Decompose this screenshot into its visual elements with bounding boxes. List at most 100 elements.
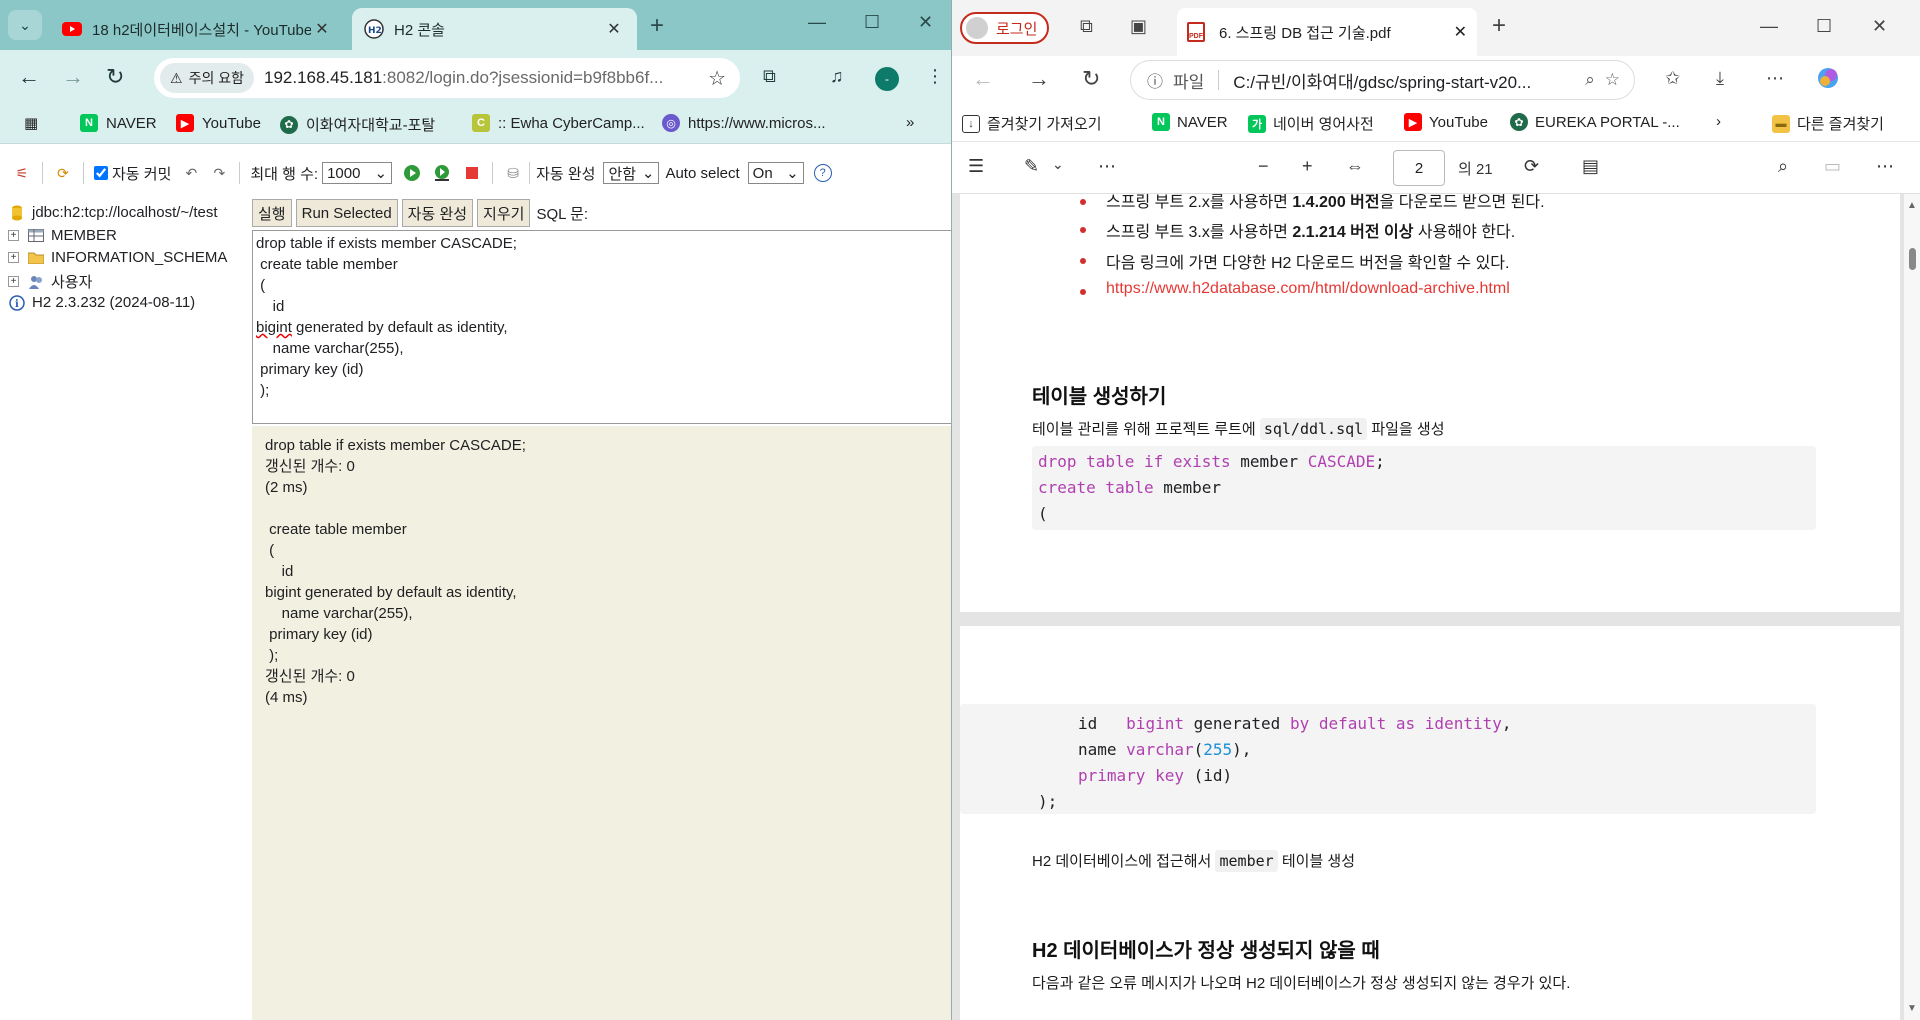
forward-icon[interactable]: → (62, 64, 84, 90)
tab-h2-console[interactable]: H2 H2 콘솔 ✕ (352, 8, 637, 50)
minimize-icon[interactable]: — (1760, 16, 1778, 37)
apps-icon[interactable]: ▦ (24, 114, 38, 132)
rollback-icon[interactable]: ↶ (181, 163, 201, 183)
tab-youtube[interactable]: 18 h2데이터베이스설치 - YouTube ✕ (50, 8, 345, 50)
bookmark-naver[interactable]: N NAVER (1152, 113, 1228, 131)
commit-icon[interactable]: ↷ (209, 163, 229, 183)
contents-icon[interactable]: ☰ (968, 156, 984, 177)
bookmark-ewha-portal[interactable]: ✿ 이화여자대학교-포탈 (280, 114, 435, 135)
star-icon[interactable]: ☆ (708, 66, 726, 91)
connection-node[interactable]: jdbc:h2:tcp://localhost/~/test (8, 204, 218, 221)
expand-icon[interactable]: + (8, 276, 19, 287)
extensions-icon[interactable]: ⧉ (763, 66, 776, 87)
bookmark-microsoft[interactable]: ◎ https://www.micros... (662, 114, 826, 132)
address-bar[interactable]: ⚠ 주의 요함 192.168.45.181:8082/login.do?jses… (154, 58, 740, 98)
sql-label: SQL 문: (536, 205, 589, 223)
fit-width-icon[interactable]: ⇔ (1346, 156, 1364, 177)
tab-search-button[interactable]: ⌄ (8, 10, 42, 40)
minimize-icon[interactable]: — (808, 12, 826, 33)
chevron-down-icon[interactable]: ⌄ (1052, 156, 1064, 173)
new-tab-button[interactable]: + (1492, 12, 1506, 40)
autocommit-checkbox[interactable] (94, 166, 108, 180)
downloads-icon[interactable]: ⤓ (1716, 68, 1724, 89)
code-line: ( (1038, 504, 1048, 523)
search-icon[interactable]: ⌕ (1778, 156, 1788, 177)
help-icon[interactable]: ? (813, 164, 832, 182)
refresh-icon[interactable]: ⟳ (53, 163, 73, 183)
tab-actions-icon[interactable]: ▣ (1130, 16, 1147, 37)
autocomplete-select[interactable]: 안함 ⌄ (603, 162, 660, 184)
close-icon[interactable]: ✕ (1454, 22, 1467, 42)
address-bar[interactable]: ⓘ 파일 C:/규빈/이화여대/gdsc/spring-start-v20...… (1130, 60, 1635, 100)
clear-button[interactable]: 지우기 (477, 199, 531, 227)
profile-login-button[interactable]: 로그인 (960, 12, 1050, 44)
reload-icon[interactable]: ↻ (106, 64, 124, 90)
bookmark-ewha-cybercampus[interactable]: C:: Ewha CyberCamp... (472, 114, 645, 132)
more-icon[interactable]: ⋯ (1766, 68, 1784, 89)
tree-item-information-schema[interactable]: + INFORMATION_SCHEMA (8, 249, 227, 266)
zoom-out-icon[interactable]: − (1258, 156, 1269, 177)
autoselect-select[interactable]: On ⌄ (747, 162, 804, 184)
copilot-icon[interactable] (1816, 66, 1840, 95)
info-icon[interactable]: ⓘ (1147, 68, 1163, 92)
bookmark-youtube[interactable]: ▶ YouTube (176, 114, 261, 132)
expand-icon[interactable]: + (8, 230, 19, 241)
settings-more-icon[interactable]: ⋯ (1876, 156, 1894, 177)
close-icon[interactable]: ✕ (603, 19, 625, 39)
expand-icon[interactable]: + (8, 252, 19, 263)
tree-item-users[interactable]: + 사용자 (8, 271, 92, 292)
sql-editor[interactable]: drop table if exists member CASCADE; cre… (252, 230, 951, 424)
history-icon[interactable]: ⛁ (503, 163, 523, 183)
favorite-star-icon[interactable]: ☆ (1605, 70, 1620, 90)
zoom-icon[interactable]: ⌕ (1585, 70, 1595, 90)
back-icon[interactable]: ← (972, 66, 994, 92)
back-icon[interactable]: ← (18, 64, 40, 90)
scroll-down-icon[interactable]: ▼ (1907, 1003, 1917, 1014)
tab-pdf[interactable]: PDF 6. 스프링 DB 접근 기술.pdf ✕ (1177, 8, 1477, 56)
more-tools-icon[interactable]: ⋯ (1098, 156, 1116, 177)
close-icon[interactable]: ✕ (311, 19, 333, 39)
forward-icon[interactable]: → (1028, 66, 1050, 92)
scroll-thumb[interactable] (1909, 248, 1916, 270)
bookmark-eureka[interactable]: ✿ EUREKA PORTAL -... (1510, 113, 1680, 131)
zoom-in-icon[interactable]: + (1302, 156, 1313, 177)
bookmark-youtube[interactable]: ▶ YouTube (1404, 113, 1488, 131)
favorites-icon[interactable]: ✩ (1665, 68, 1680, 89)
run-selected-button[interactable]: Run Selected (295, 199, 398, 227)
close-window-icon[interactable]: ✕ (918, 12, 933, 33)
close-window-icon[interactable]: ✕ (1872, 16, 1887, 37)
bookmark-other-favorites[interactable]: ▬ 다른 즐겨찾기 (1772, 113, 1884, 134)
more-favorites-icon[interactable]: › (1716, 113, 1721, 130)
autocomplete-button[interactable]: 자동 완성 (401, 199, 474, 227)
tree-item-member[interactable]: + MEMBER (8, 227, 117, 244)
menu-icon[interactable]: ⋮ (926, 66, 944, 87)
bookmark-naver-dict[interactable]: 가 네이버 영어사전 (1248, 113, 1374, 134)
url-text[interactable]: 192.168.45.181:8082/login.do?jsessionid=… (264, 68, 708, 88)
disconnect-icon[interactable]: ⚟ (12, 163, 32, 183)
more-bookmarks-icon[interactable]: » (906, 114, 914, 131)
run-selected-icon[interactable] (432, 163, 452, 183)
security-warning-chip[interactable]: ⚠ 주의 요함 (160, 63, 254, 93)
pdf-scrollbar[interactable]: ▲ ▼ (1904, 194, 1920, 1020)
workspaces-icon[interactable]: ⧉ (1080, 16, 1093, 37)
highlight-icon[interactable]: ✎ (1024, 156, 1039, 177)
reload-icon[interactable]: ↻ (1082, 66, 1100, 92)
bookmark-import[interactable]: ↓ 즐겨찾기 가져오기 (962, 113, 1102, 134)
scroll-up-icon[interactable]: ▲ (1907, 200, 1917, 211)
download-archive-link[interactable]: https://www.h2database.com/html/download… (1106, 280, 1510, 298)
new-tab-button[interactable]: + (650, 12, 664, 40)
import-icon: ↓ (962, 114, 980, 133)
rotate-icon[interactable]: ⟳ (1524, 156, 1539, 177)
avatar[interactable]: - (875, 67, 899, 91)
run-icon[interactable] (402, 163, 422, 183)
media-control-icon[interactable]: ♫ (830, 66, 844, 87)
maximize-icon[interactable]: ☐ (1816, 16, 1832, 37)
stop-icon[interactable] (462, 163, 482, 183)
max-rows-select[interactable]: 1000 ⌄ (322, 162, 393, 184)
maximize-icon[interactable]: ☐ (864, 12, 880, 33)
page-view-icon[interactable]: ▤ (1582, 156, 1599, 177)
save-icon[interactable]: ▭ (1824, 156, 1841, 177)
bookmark-naver[interactable]: N NAVER (80, 114, 157, 132)
run-button[interactable]: 실행 (252, 199, 292, 227)
page-number-input[interactable]: 2 (1393, 150, 1445, 186)
